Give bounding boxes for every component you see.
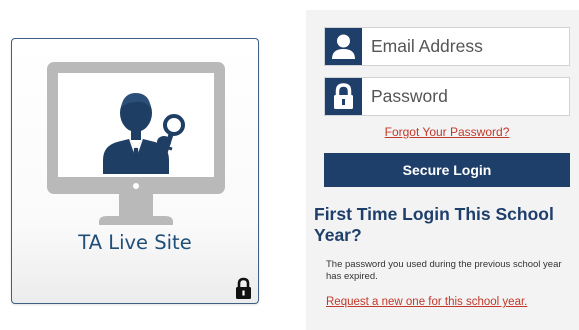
secure-login-button[interactable]: Secure Login — [324, 153, 570, 187]
first-time-login-heading: First Time Login This School Year? — [314, 204, 554, 245]
padlock-icon — [334, 83, 353, 109]
email-field[interactable] — [324, 27, 570, 66]
request-new-password-link[interactable]: Request a new one for this school year. — [326, 296, 527, 308]
user-icon — [332, 34, 355, 59]
user-icon-box — [325, 28, 362, 65]
forgot-password-link[interactable]: Forgot Your Password? — [324, 125, 570, 139]
padlock-icon-box — [325, 78, 362, 115]
login-panel: Forgot Your Password? Secure Login First… — [306, 10, 579, 330]
ta-live-site-tile[interactable]: TA Live Site — [11, 38, 259, 304]
monitor-icon — [47, 62, 225, 225]
lock-icon — [236, 277, 251, 299]
password-field[interactable] — [324, 77, 570, 116]
email-input[interactable] — [362, 28, 568, 65]
password-expired-message: The password you used during the previou… — [326, 259, 562, 282]
tile-label: TA Live Site — [78, 231, 192, 254]
password-input[interactable] — [362, 78, 568, 115]
